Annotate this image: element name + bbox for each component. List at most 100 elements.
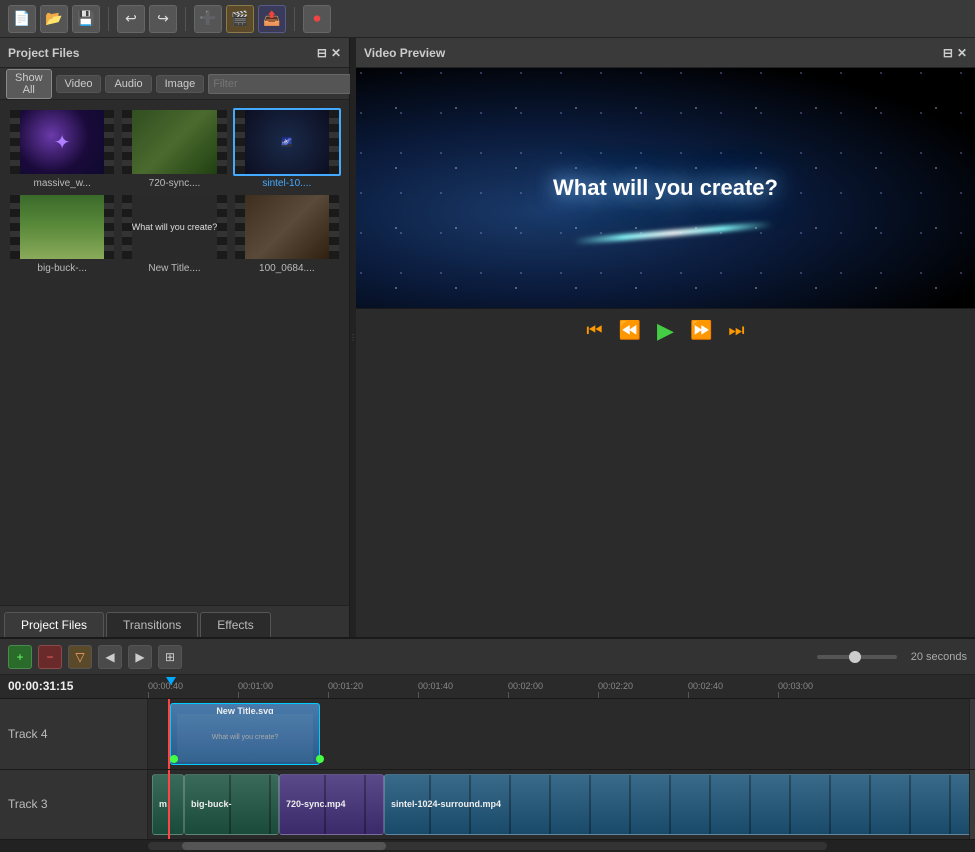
- clip-in-point: [170, 755, 178, 763]
- tracks-area: Track 4 New Title.svg What will you crea…: [0, 699, 975, 840]
- timeline-toolbar: + − ▽ ◀ ▶ ⊞ 20 seconds: [0, 639, 975, 675]
- save-button[interactable]: 💾: [72, 5, 100, 33]
- transitions-button[interactable]: 🎬: [226, 5, 254, 33]
- rewind-button[interactable]: ⏪: [619, 320, 641, 341]
- right-panel: Video Preview ⊟ ✕ What will you create? …: [356, 38, 975, 637]
- thumb-inner-sintel: 🌌: [235, 110, 339, 174]
- media-item-100_0684[interactable]: 100_0684....: [233, 193, 341, 274]
- clip-title-label: New Title.svg: [216, 706, 273, 714]
- show-all-button[interactable]: Show All: [6, 69, 52, 99]
- media-item-720sync[interactable]: 720-sync....: [120, 108, 228, 189]
- clip-bigbuck[interactable]: big-buck-: [184, 774, 279, 836]
- video-canvas: What will you create?: [356, 68, 975, 308]
- image-filter-button[interactable]: Image: [156, 75, 205, 93]
- project-files-header: Project Files ⊟ ✕: [0, 38, 349, 68]
- prev-marker-button[interactable]: ◀: [98, 645, 122, 669]
- media-item-sintel[interactable]: 🌌 sintel-10....: [233, 108, 341, 189]
- left-panel: Project Files ⊟ ✕ Show All Video Audio I…: [0, 38, 350, 637]
- thumb-inner-massive: ✦: [10, 110, 114, 174]
- media-item-newtitle[interactable]: What will you create? New Title....: [120, 193, 228, 274]
- remove-track-button[interactable]: −: [38, 645, 62, 669]
- track-4-content: New Title.svg What will you create?: [148, 699, 969, 769]
- play-button[interactable]: ▶: [657, 318, 674, 344]
- undo-button[interactable]: ↩: [117, 5, 145, 33]
- close-icon[interactable]: ✕: [331, 46, 341, 60]
- timeline-scrollbar: [0, 840, 975, 852]
- main-area: Project Files ⊟ ✕ Show All Video Audio I…: [0, 38, 975, 637]
- media-item-bigbuck[interactable]: big-buck-...: [8, 193, 116, 274]
- ruler-mark-7: 00:03:00: [778, 681, 868, 698]
- video-filter-button[interactable]: Video: [56, 75, 102, 93]
- clip-sintel[interactable]: sintel-1024-surround.mp4: [384, 774, 969, 836]
- fast-forward-button[interactable]: ⏩: [690, 320, 712, 341]
- record-button[interactable]: ⏺: [303, 5, 331, 33]
- fast-forward-end-button[interactable]: ⏭: [728, 320, 744, 341]
- media-thumb-720sync: [120, 108, 228, 176]
- video-background: What will you create?: [356, 68, 975, 308]
- clip-new-title[interactable]: New Title.svg What will you create?: [170, 703, 320, 765]
- toolbar-separator-2: [185, 7, 186, 31]
- track4-right-edge: [969, 699, 975, 769]
- video-overlay-text: What will you create?: [553, 175, 778, 201]
- timeline-ruler: 00:00:31:15 00:00:40 00:01:00 00:01:20 0…: [0, 675, 975, 699]
- timeline: + − ▽ ◀ ▶ ⊞ 20 seconds 00:00:31:15 00:00…: [0, 637, 975, 852]
- next-marker-button[interactable]: ▶: [128, 645, 152, 669]
- new-button[interactable]: 📄: [8, 5, 36, 33]
- media-label-bigbuck: big-buck-...: [8, 263, 116, 274]
- timeline-scrollbar-track[interactable]: [148, 842, 827, 850]
- media-item-massive[interactable]: ✦ massive_w...: [8, 108, 116, 189]
- zoom-control: [817, 655, 897, 659]
- track3-right-edge: [969, 770, 975, 840]
- track-4-label: Track 4: [0, 699, 148, 769]
- video-preview-header: Video Preview ⊟ ✕: [356, 38, 975, 68]
- snap-button[interactable]: ⊞: [158, 645, 182, 669]
- tab-transitions[interactable]: Transitions: [106, 612, 198, 637]
- thumb-inner-bigbuck: [10, 195, 114, 259]
- timeline-scrollbar-thumb[interactable]: [182, 842, 386, 850]
- header-controls: ⊟ ✕: [317, 46, 341, 60]
- ruler-mark-4: 00:02:00: [508, 681, 598, 698]
- thumb-inner-newtitle: What will you create?: [122, 195, 226, 259]
- track-3-row: Track 3 m big-buck- 720-sync.m: [0, 770, 975, 841]
- import-button[interactable]: ➕: [194, 5, 222, 33]
- track3-playhead: [168, 770, 170, 840]
- toolbar-separator-1: [108, 7, 109, 31]
- video-minimize-icon[interactable]: ⊟: [943, 46, 953, 60]
- video-preview-title: Video Preview: [364, 46, 445, 60]
- video-header-controls: ⊟ ✕: [943, 46, 967, 60]
- export-button[interactable]: 📤: [258, 5, 286, 33]
- thumb-inner-100_0684: [235, 195, 339, 259]
- clip-720sync[interactable]: 720-sync.mp4: [279, 774, 384, 836]
- media-label-sintel: sintel-10....: [233, 178, 341, 189]
- main-toolbar: 📄 📂 💾 ↩ ↪ ➕ 🎬 📤 ⏺: [0, 0, 975, 38]
- clip-title-preview: What will you create?: [177, 714, 313, 761]
- clip-bigbuck-label: big-buck-: [191, 799, 232, 809]
- tab-effects[interactable]: Effects: [200, 612, 270, 637]
- clip-720sync-label: 720-sync.mp4: [286, 799, 346, 809]
- media-label-100_0684: 100_0684....: [233, 263, 341, 274]
- project-files-title: Project Files: [8, 46, 79, 60]
- rewind-start-button[interactable]: ⏮: [586, 320, 602, 341]
- zoom-slider[interactable]: [817, 655, 897, 659]
- filter-track-button[interactable]: ▽: [68, 645, 92, 669]
- video-close-icon[interactable]: ✕: [957, 46, 967, 60]
- media-thumb-massive: ✦: [8, 108, 116, 176]
- media-label-massive: massive_w...: [8, 178, 116, 189]
- thumb-inner-720sync: [122, 110, 226, 174]
- bottom-tabs: Project Files Transitions Effects: [0, 605, 349, 637]
- open-button[interactable]: 📂: [40, 5, 68, 33]
- audio-filter-button[interactable]: Audio: [105, 75, 151, 93]
- redo-button[interactable]: ↪: [149, 5, 177, 33]
- transport-controls: ⏮ ⏪ ▶ ⏩ ⏭: [356, 308, 975, 352]
- filter-input[interactable]: [208, 74, 360, 94]
- minimize-icon[interactable]: ⊟: [317, 46, 327, 60]
- tab-project-files[interactable]: Project Files: [4, 612, 104, 637]
- add-track-button[interactable]: +: [8, 645, 32, 669]
- media-label-newtitle: New Title....: [120, 263, 228, 274]
- ruler-mark-2: 00:01:20: [328, 681, 418, 698]
- media-thumb-newtitle: What will you create?: [120, 193, 228, 261]
- ruler-mark-1: 00:01:00: [238, 681, 328, 698]
- ruler-mark-6: 00:02:40: [688, 681, 778, 698]
- ruler-mark-0: 00:00:40: [148, 681, 238, 698]
- clip-m-label: m: [159, 799, 167, 809]
